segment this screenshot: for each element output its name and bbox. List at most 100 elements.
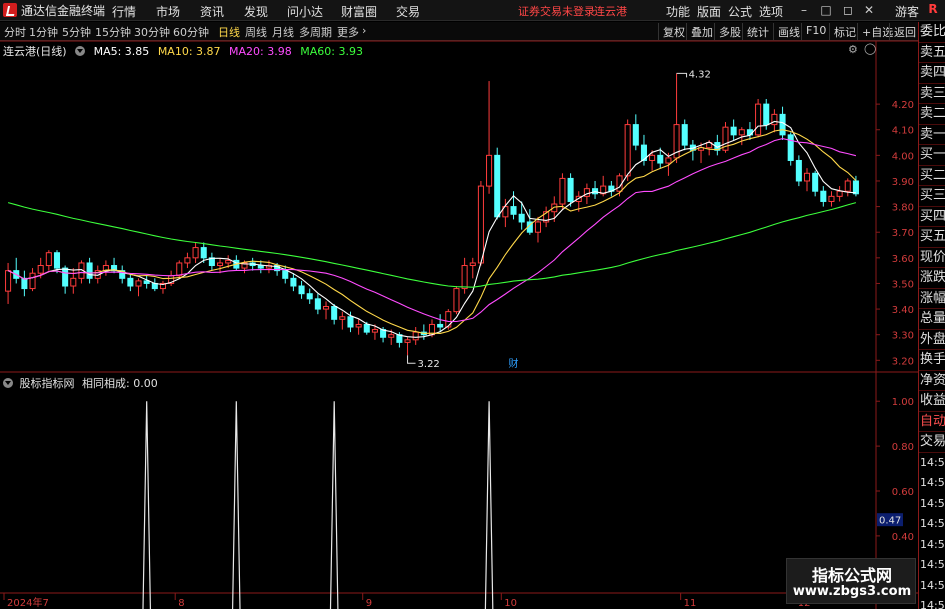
candle-body [176, 262, 183, 277]
candle-body [62, 267, 69, 287]
candle-body [135, 280, 142, 287]
candle-body [388, 334, 395, 338]
candle-body [534, 221, 542, 233]
indicator-value: 相同相成: 0.00 [82, 377, 158, 390]
candle-body [844, 180, 851, 192]
candle-body [184, 257, 191, 264]
indicator-line [142, 401, 494, 609]
stock-label: 连云港(日线) [3, 45, 67, 58]
candle-body [510, 206, 517, 215]
indicator-tick-label: 0.80 [892, 442, 914, 453]
ma60-label: MA60: 3.93 [300, 45, 363, 58]
dropdown-icon[interactable] [3, 378, 13, 388]
tick-time: 14:56 [920, 517, 945, 530]
x-tick-label: 2024年7 [7, 596, 49, 609]
candle-body [469, 262, 476, 267]
candle-body [771, 113, 778, 126]
site-watermark: 指标公式网 www.zbgs3.com [786, 558, 916, 604]
panel-item-trade[interactable]: 交易 [919, 432, 945, 453]
r-badge-icon[interactable]: R [924, 2, 942, 18]
panel-item-sell1: 卖一 [919, 125, 945, 145]
candle-body [779, 113, 786, 136]
price-tick-label: 3.60 [892, 254, 914, 265]
price-tick-label: 3.70 [892, 228, 914, 239]
price-tick-label: 4.20 [892, 100, 914, 111]
candle-body [363, 323, 370, 333]
low-marker-line [407, 355, 416, 364]
indicator-name[interactable]: 股标指标网 [20, 377, 75, 390]
candle-body [37, 265, 44, 274]
price-tick-label: 3.40 [892, 305, 914, 316]
candle-body [127, 277, 134, 287]
panel-item-sell3: 卖三 [919, 84, 945, 104]
price-tick-label: 3.80 [892, 203, 914, 214]
candle-body [225, 259, 232, 264]
candle-body [494, 154, 501, 218]
watermark-url: www.zbgs3.com [792, 584, 912, 599]
current-value-label: 0.47 [879, 516, 901, 527]
candle-body [828, 195, 835, 202]
candle-body [355, 323, 362, 328]
candle-body [852, 180, 859, 195]
price-tick-label: 4.10 [892, 126, 914, 137]
candle-body [461, 265, 468, 290]
candle-body [518, 213, 525, 223]
candle-body [5, 270, 12, 292]
ma60-line [7, 202, 857, 288]
settings-icon[interactable]: ⚙ [848, 43, 858, 56]
candle-body [755, 103, 762, 136]
panel-item-buy1: 买一 [919, 145, 945, 166]
candle-body [836, 190, 843, 197]
candle-body [453, 288, 460, 313]
panel-item-outer: 外盘 [919, 330, 945, 350]
candle-body [306, 293, 313, 300]
candle-body [681, 124, 688, 146]
candle-body [567, 177, 574, 202]
candle-body [649, 154, 656, 161]
candle-body [143, 280, 150, 284]
ma10-label: MA10: 3.87 [157, 45, 221, 58]
candle-body [412, 331, 419, 341]
candle-body [437, 323, 444, 328]
panel-item-change: 涨跌 [919, 268, 945, 289]
candle-body [795, 159, 802, 182]
kline-chart[interactable]: 4.20 4.10 4.00 3.90 3.80 3.70 3.60 3.50 3.40 3.30… [0, 0, 918, 609]
panel-item-auto[interactable]: 自动 [919, 412, 945, 432]
finance-event-marker: 财 [509, 357, 519, 370]
ma5-line [7, 120, 856, 338]
candle-body [45, 252, 52, 267]
candle-body [331, 306, 338, 320]
candle-body [53, 252, 61, 269]
low-price-label: 3.22 [418, 359, 440, 370]
close-panel-icon[interactable]: ◯ [864, 42, 876, 55]
candle-body [486, 154, 493, 187]
candle-body [192, 247, 199, 259]
candle-body [812, 172, 819, 192]
indicator-tick-label: 0.60 [892, 487, 914, 498]
candle-body [70, 277, 77, 287]
panel-item-turnover: 换手 [919, 350, 945, 371]
candle-body [29, 272, 36, 290]
panel-item-price: 现价 [919, 248, 945, 268]
panel-item-weibi: 委比 [919, 22, 945, 43]
tick-time: 14:56 [920, 599, 945, 609]
price-tick-label: 3.90 [892, 177, 914, 188]
high-price-label: 4.32 [689, 69, 711, 80]
candle-body [21, 277, 28, 290]
candle-body [404, 339, 411, 343]
tick-time: 14:56 [920, 578, 945, 592]
candle-body [665, 157, 672, 164]
candle-body [86, 262, 93, 279]
price-tick-label: 3.50 [892, 279, 914, 290]
x-tick-label: 10 [504, 598, 517, 609]
candle-body [787, 134, 794, 161]
candle-body [763, 103, 770, 126]
price-tick-label: 3.30 [892, 331, 914, 342]
panel-item-buy3: 买三 [919, 186, 945, 207]
candle-body [730, 126, 737, 136]
candle-body [559, 177, 566, 205]
dropdown-icon[interactable] [75, 46, 86, 56]
ma20-label: MA20: 3.98 [229, 45, 292, 58]
x-tick-label: 8 [178, 598, 184, 609]
candle-body [298, 285, 305, 295]
